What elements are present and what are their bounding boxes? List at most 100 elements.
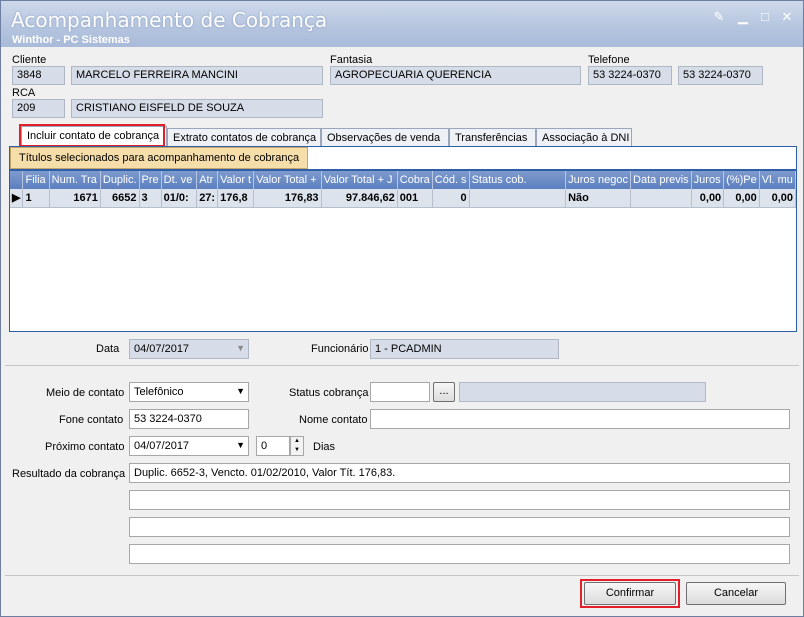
data-field: 04/07/2017 ▼ (129, 339, 249, 359)
dias-input[interactable]: 0 (256, 436, 290, 456)
maximize-icon[interactable]: □ (757, 9, 773, 25)
funcionario-label: Funcionário (311, 343, 369, 355)
cancel-button[interactable]: Cancelar (686, 582, 786, 605)
tab-associacao-dni[interactable]: Associação à DNI (536, 128, 632, 147)
tab-incluir-contato[interactable]: Incluir contato de cobrança (21, 126, 167, 147)
chevron-down-icon[interactable]: ▼ (236, 440, 245, 450)
cell-juros-negoc: Não (565, 189, 632, 208)
status-lookup-button[interactable]: ... (433, 382, 455, 402)
cell-valor-titulo: 176,8 (217, 189, 255, 208)
meio-contato-select[interactable]: Telefônico ▼ (129, 382, 249, 402)
cell-valor-total-juros: 97.846,62 (321, 189, 398, 208)
col-header[interactable]: Vl. mu (759, 171, 797, 189)
cell-num-transacao: 1671 (49, 189, 101, 208)
cell-vl-multa: 0,00 (759, 189, 797, 208)
window-title: Acompanhamento de Cobrança (11, 8, 328, 32)
titles-grid: Filia Num. Tra Duplic. Pre Dt. ve Atr Va… (10, 171, 797, 208)
fone-contato-input[interactable]: 53 3224-0370 (129, 409, 249, 429)
cell-juros: 0,00 (691, 189, 725, 208)
col-header[interactable]: Duplic. (100, 171, 140, 189)
telefone2-field: 53 3224-0370 (678, 66, 763, 85)
status-cobranca-code-input[interactable] (370, 382, 430, 402)
proximo-contato-value: 04/07/2017 (134, 440, 190, 452)
tab-transferencias[interactable]: Transferências (449, 128, 536, 147)
title-bar[interactable]: Acompanhamento de Cobrança Winthor - PC … (1, 1, 803, 47)
cell-atraso: 27: (196, 189, 219, 208)
col-header[interactable]: Cobra (397, 171, 433, 189)
row-indicator-icon: ▶ (10, 189, 24, 208)
cell-status-cob (469, 189, 567, 208)
divider (5, 575, 799, 576)
chevron-down-icon: ▼ (236, 343, 245, 353)
tab-extrato-contatos[interactable]: Extrato contatos de cobrança (167, 128, 321, 147)
meio-contato-label: Meio de contato (46, 387, 125, 399)
col-header[interactable]: Num. Tra (49, 171, 101, 189)
status-cobranca-desc-field (459, 382, 706, 402)
resultado-line-2[interactable] (129, 490, 790, 510)
fone-contato-label: Fone contato (59, 414, 124, 426)
fantasia-field: AGROPECUARIA QUERENCIA (330, 66, 581, 85)
grid-header-row: Filia Num. Tra Duplic. Pre Dt. ve Atr Va… (10, 171, 797, 189)
resultado-line-4[interactable] (129, 544, 790, 564)
chevron-down-icon[interactable]: ▼ (236, 386, 245, 396)
resultado-line-1[interactable]: Duplic. 6652-3, Vencto. 01/02/2010, Valo… (129, 463, 790, 483)
funcionario-field: 1 - PCADMIN (370, 339, 559, 359)
cell-cobranca: 001 (397, 189, 433, 208)
close-icon[interactable]: ✕ (779, 9, 795, 25)
cliente-code-field: 3848 (12, 66, 65, 85)
col-header[interactable]: Pre (139, 171, 162, 189)
cell-filial: 1 (22, 189, 50, 208)
cell-prestacao: 3 (139, 189, 162, 208)
proximo-contato-date[interactable]: 04/07/2017 ▼ (129, 436, 249, 456)
col-header[interactable]: Status cob. (469, 171, 567, 189)
rca-name-field: CRISTIANO EISFELD DE SOUZA (71, 99, 323, 118)
main-window: Acompanhamento de Cobrança Winthor - PC … (0, 0, 804, 617)
col-header[interactable]: Cód. s (432, 171, 470, 189)
col-header[interactable]: Juros (691, 171, 725, 189)
resultado-line-3[interactable] (129, 517, 790, 537)
spin-down-icon[interactable]: ▼ (291, 446, 303, 455)
fantasia-label: Fantasia (330, 54, 373, 66)
meio-contato-value: Telefônico (134, 386, 184, 398)
cell-duplicata: 6652 (100, 189, 140, 208)
spin-up-icon[interactable]: ▲ (291, 437, 303, 446)
dias-label: Dias (313, 441, 336, 453)
data-value: 04/07/2017 (134, 343, 190, 355)
col-header[interactable]: (%)Pe (723, 171, 760, 189)
col-header[interactable]: Atr (196, 171, 219, 189)
col-header[interactable]: Data previs (630, 171, 692, 189)
cell-cod-status: 0 (432, 189, 470, 208)
col-header[interactable]: Dt. ve (161, 171, 198, 189)
data-label: Data (96, 343, 120, 355)
nome-contato-label: Nome contato (299, 414, 368, 426)
col-header[interactable]: Valor Total + J (321, 171, 398, 189)
titles-panel: Títulos selecionados para acompanhamento… (9, 146, 797, 332)
cliente-label: Cliente (12, 54, 47, 66)
cliente-name-field: MARCELO FERREIRA MANCINI (71, 66, 323, 85)
telefone-label: Telefone (588, 54, 630, 66)
rca-label: RCA (12, 87, 36, 99)
nome-contato-input[interactable] (370, 409, 790, 429)
col-header[interactable]: Valor t (217, 171, 255, 189)
minimize-icon[interactable]: ▁ (735, 9, 751, 25)
table-row[interactable]: ▶ 1 1671 6652 3 01/0: 27: 176,8 176,83 9… (10, 189, 797, 208)
cell-valor-total: 176,83 (253, 189, 322, 208)
telefone1-field: 53 3224-0370 (588, 66, 672, 85)
col-header[interactable]: Filia (22, 171, 50, 189)
confirm-button[interactable]: Confirmar (584, 582, 676, 605)
window-subtitle: Winthor - PC Sistemas (12, 34, 130, 46)
col-header[interactable] (10, 171, 24, 189)
dias-spinner[interactable]: ▲ ▼ (290, 436, 304, 456)
subtab-titulos[interactable]: Títulos selecionados para acompanhamento… (10, 147, 309, 169)
divider (5, 365, 799, 366)
col-header[interactable]: Valor Total + (253, 171, 322, 189)
col-header[interactable]: Juros negoc (565, 171, 632, 189)
cell-dt-vencimento: 01/0: (161, 189, 198, 208)
cell-data-prevista (630, 189, 692, 208)
cell-perc: 0,00 (723, 189, 760, 208)
edit-icon[interactable]: ✎ (711, 9, 727, 25)
rca-code-field: 209 (12, 99, 65, 118)
status-cobranca-label: Status cobrança (289, 387, 369, 399)
proximo-contato-label: Próximo contato (45, 441, 125, 453)
tab-observacoes-venda[interactable]: Observações de venda (321, 128, 449, 147)
